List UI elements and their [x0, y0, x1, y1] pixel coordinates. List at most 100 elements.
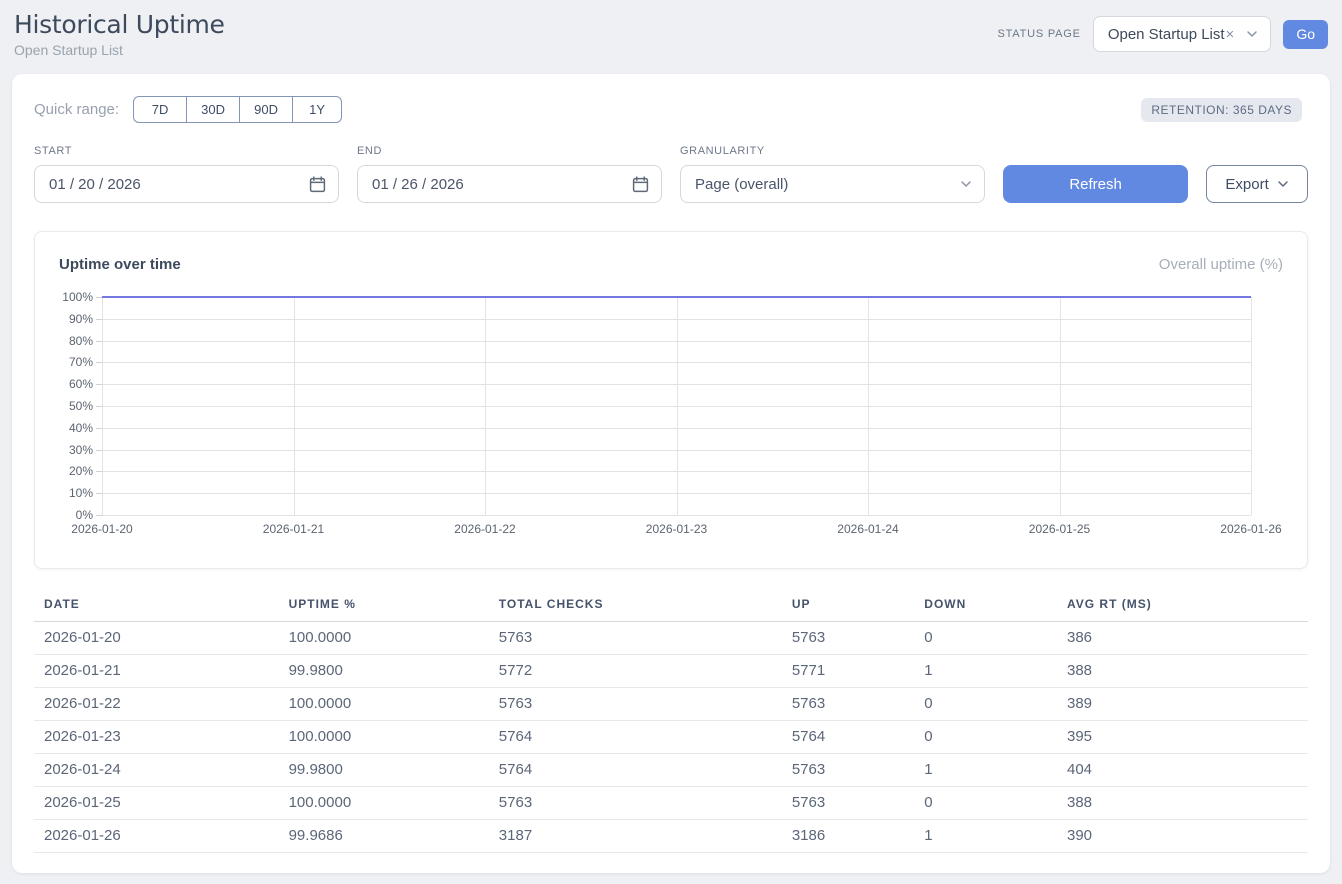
- granularity-value: Page (overall): [695, 176, 788, 193]
- table-row: 2026-01-22100.0000576357630389: [34, 688, 1308, 721]
- table-cell: 404: [1057, 754, 1308, 787]
- table-header-row: DATEUPTIME %TOTAL CHECKSUPDOWNAVG RT (MS…: [34, 589, 1308, 622]
- y-axis-label: 40%: [69, 421, 93, 435]
- start-date-input[interactable]: 01 / 20 / 2026: [34, 165, 339, 203]
- table-row: 2026-01-23100.0000576457640395: [34, 721, 1308, 754]
- y-axis-label: 0%: [76, 508, 93, 522]
- status-page-select[interactable]: Open Startup List ×: [1093, 16, 1272, 52]
- x-axis-label: 2026-01-22: [454, 522, 515, 536]
- chart-plot: 100%90%80%70%60%50%40%30%20%10%0%2026-01…: [102, 297, 1251, 515]
- table-cell: 2026-01-20: [34, 622, 279, 655]
- table-cell: 0: [914, 688, 1057, 721]
- y-axis-label: 30%: [69, 443, 93, 457]
- x-axis-label: 2026-01-23: [646, 522, 707, 536]
- clear-selection-icon[interactable]: ×: [1226, 26, 1235, 43]
- quick-range-7d[interactable]: 7D: [133, 96, 187, 123]
- uptime-chart-card: Uptime over time Overall uptime (%) 100%…: [34, 231, 1308, 569]
- start-date-value: 01 / 20 / 2026: [49, 176, 141, 193]
- table-cell: 2026-01-22: [34, 688, 279, 721]
- granularity-select[interactable]: Page (overall): [680, 165, 985, 203]
- column-header: AVG RT (MS): [1057, 589, 1308, 622]
- export-label: Export: [1225, 176, 1268, 193]
- column-header: TOTAL CHECKS: [489, 589, 782, 622]
- x-gridline: [677, 297, 678, 515]
- retention-badge: RETENTION: 365 DAYS: [1141, 98, 1302, 122]
- table-cell: 388: [1057, 787, 1308, 820]
- table-cell: 0: [914, 622, 1057, 655]
- chart-legend: Overall uptime (%): [1159, 256, 1283, 273]
- x-axis-label: 2026-01-24: [837, 522, 898, 536]
- uptime-table: DATEUPTIME %TOTAL CHECKSUPDOWNAVG RT (MS…: [34, 589, 1308, 853]
- quick-range-1y[interactable]: 1Y: [292, 96, 342, 123]
- table-cell: 5763: [489, 688, 782, 721]
- table-cell: 1: [914, 754, 1057, 787]
- y-axis-label: 10%: [69, 486, 93, 500]
- x-axis-label: 2026-01-25: [1029, 522, 1090, 536]
- table-cell: 5763: [782, 754, 914, 787]
- table-cell: 3187: [489, 820, 782, 853]
- x-axis-label: 2026-01-26: [1220, 522, 1281, 536]
- table-cell: 388: [1057, 655, 1308, 688]
- table-cell: 1: [914, 820, 1057, 853]
- uptime-line-chart: 100%90%80%70%60%50%40%30%20%10%0%2026-01…: [102, 297, 1251, 515]
- calendar-icon[interactable]: [632, 176, 649, 193]
- table-row: 2026-01-20100.0000576357630386: [34, 622, 1308, 655]
- start-date-label: START: [34, 145, 339, 157]
- y-axis-label: 100%: [62, 290, 93, 304]
- table-row: 2026-01-2199.9800577257711388: [34, 655, 1308, 688]
- column-header: UP: [782, 589, 914, 622]
- table-cell: 5764: [489, 754, 782, 787]
- quick-range-30d[interactable]: 30D: [186, 96, 240, 123]
- quick-range-label: Quick range:: [34, 101, 119, 118]
- x-gridline: [485, 297, 486, 515]
- y-axis-label: 90%: [69, 312, 93, 326]
- column-header: UPTIME %: [279, 589, 489, 622]
- column-header: DATE: [34, 589, 279, 622]
- table-cell: 2026-01-26: [34, 820, 279, 853]
- y-axis-label: 50%: [69, 399, 93, 413]
- table-cell: 100.0000: [279, 721, 489, 754]
- table-cell: 100.0000: [279, 622, 489, 655]
- table-cell: 99.9800: [279, 655, 489, 688]
- table-cell: 386: [1057, 622, 1308, 655]
- x-gridline: [1251, 297, 1252, 515]
- table-cell: 5763: [782, 688, 914, 721]
- table-body: 2026-01-20100.00005763576303862026-01-21…: [34, 622, 1308, 853]
- column-header: DOWN: [914, 589, 1057, 622]
- export-button[interactable]: Export: [1206, 165, 1308, 203]
- table-cell: 2026-01-24: [34, 754, 279, 787]
- table-cell: 100.0000: [279, 787, 489, 820]
- status-page-selected-value: Open Startup List: [1108, 26, 1225, 43]
- y-axis-label: 60%: [69, 377, 93, 391]
- table-cell: 395: [1057, 721, 1308, 754]
- table-row: 2026-01-2699.9686318731861390: [34, 820, 1308, 853]
- main-panel: Quick range: 7D30D90D1Y RETENTION: 365 D…: [12, 74, 1330, 873]
- table-cell: 3186: [782, 820, 914, 853]
- table-cell: 99.9686: [279, 820, 489, 853]
- calendar-icon[interactable]: [309, 176, 326, 193]
- table-cell: 100.0000: [279, 688, 489, 721]
- table-cell: 5772: [489, 655, 782, 688]
- quick-range-90d[interactable]: 90D: [239, 96, 293, 123]
- status-page-label: STATUS PAGE: [997, 28, 1080, 40]
- table-row: 2026-01-2499.9800576457631404: [34, 754, 1308, 787]
- refresh-button[interactable]: Refresh: [1003, 165, 1188, 203]
- table-cell: 1: [914, 655, 1057, 688]
- y-gridline: [102, 515, 1251, 516]
- uptime-series-line: [102, 296, 1251, 298]
- table-cell: 0: [914, 787, 1057, 820]
- table-cell: 2026-01-23: [34, 721, 279, 754]
- quick-range-group: 7D30D90D1Y: [133, 96, 342, 123]
- end-date-input[interactable]: 01 / 26 / 2026: [357, 165, 662, 203]
- chart-title: Uptime over time: [59, 256, 181, 273]
- y-axis-label: 70%: [69, 355, 93, 369]
- table-cell: 0: [914, 721, 1057, 754]
- table-row: 2026-01-25100.0000576357630388: [34, 787, 1308, 820]
- chevron-down-icon: [1246, 28, 1258, 40]
- x-gridline: [294, 297, 295, 515]
- table-cell: 5763: [489, 622, 782, 655]
- table-cell: 2026-01-25: [34, 787, 279, 820]
- y-axis-label: 20%: [69, 464, 93, 478]
- page-header: Historical Uptime Open Startup List STAT…: [0, 0, 1342, 74]
- go-button[interactable]: Go: [1283, 20, 1328, 49]
